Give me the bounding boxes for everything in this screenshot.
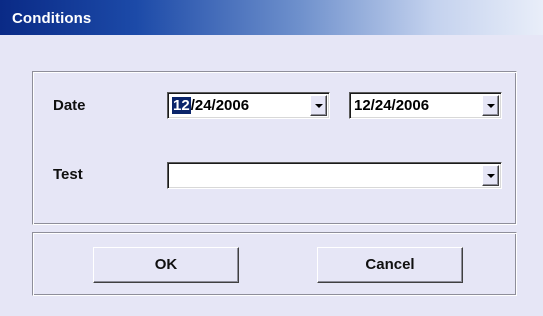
date-label: Date [53, 97, 86, 114]
date-from-dropdown-button[interactable] [310, 95, 327, 116]
date-from-selected-month[interactable]: 12 [172, 97, 191, 114]
test-select[interactable] [167, 162, 502, 189]
chevron-down-icon [315, 104, 323, 108]
date-from-picker[interactable]: 12/24/2006 [167, 92, 330, 119]
date-to-value[interactable]: 12/24/2006 [354, 97, 429, 115]
chevron-down-icon [487, 174, 495, 178]
ok-button[interactable]: OK [93, 247, 239, 283]
date-from-rest: /24/2006 [190, 97, 250, 114]
test-dropdown-button[interactable] [482, 165, 499, 186]
test-label: Test [53, 166, 83, 183]
date-to-picker[interactable]: 12/24/2006 [349, 92, 502, 119]
cancel-button[interactable]: Cancel [317, 247, 463, 283]
title-bar[interactable]: Conditions [0, 0, 543, 35]
date-to-dropdown-button[interactable] [482, 95, 499, 116]
window-title: Conditions [12, 10, 92, 27]
chevron-down-icon [487, 104, 495, 108]
date-from-value[interactable]: 12/24/2006 [172, 97, 249, 115]
conditions-dialog: Conditions Date 12/24/2006 12/24/2006 Te… [0, 0, 543, 316]
